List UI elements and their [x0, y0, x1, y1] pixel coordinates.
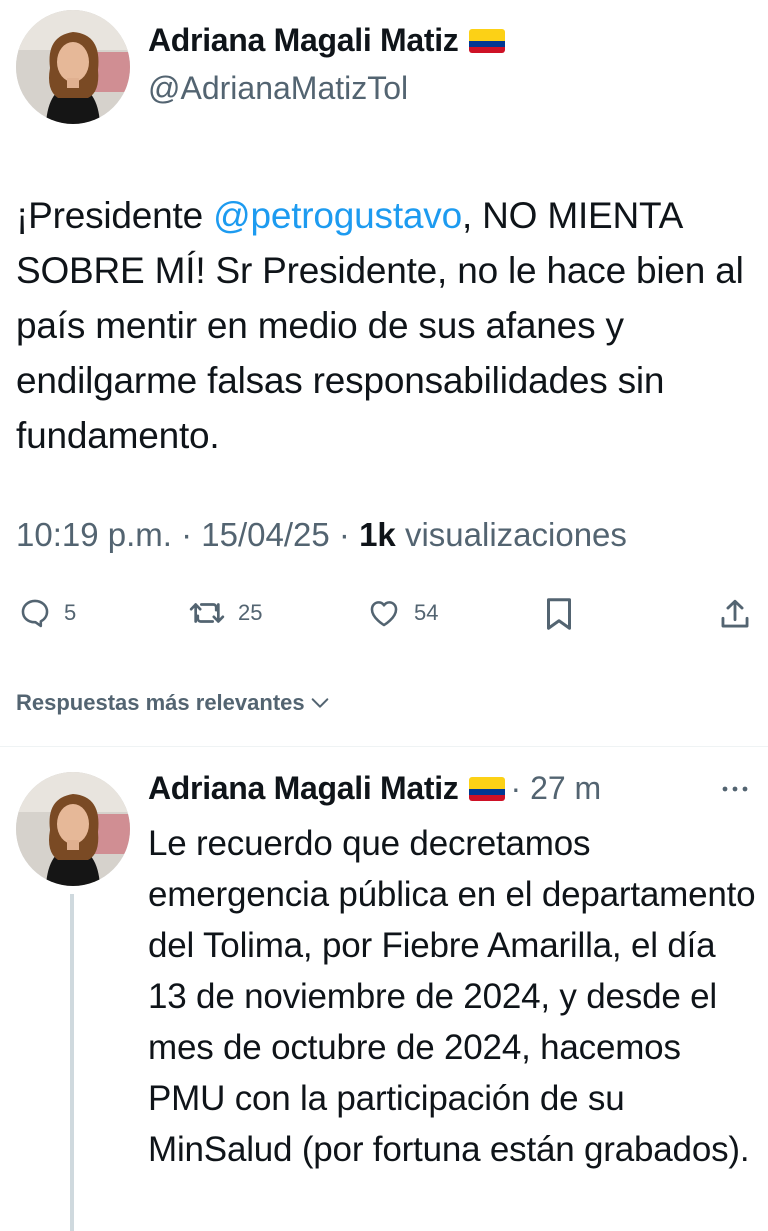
- replies-sort-toggle[interactable]: Respuestas más relevantes: [16, 690, 331, 716]
- chevron-down-icon: [311, 698, 328, 708]
- avatar-photo-icon: [16, 772, 130, 886]
- tweet-detail-page: Adriana Magali Matiz @AdrianaMatizTol ¡P…: [0, 0, 768, 1231]
- reply-count: 5: [64, 600, 77, 625]
- views-count[interactable]: 1k: [359, 516, 396, 553]
- tweet-text-start: ¡Presidente: [16, 195, 214, 236]
- meta-separator-2: ·: [329, 516, 360, 553]
- author-avatar[interactable]: [16, 10, 130, 124]
- tweet-date[interactable]: 15/04/25: [201, 516, 329, 553]
- retweet-count: 25: [238, 600, 263, 625]
- divider: [0, 746, 768, 747]
- more-dots-icon: [722, 786, 748, 792]
- reply-author-name[interactable]: Adriana Magali Matiz: [148, 770, 459, 807]
- share-icon: [721, 599, 749, 628]
- share-button[interactable]: [718, 596, 752, 632]
- author-display-name[interactable]: Adriana Magali Matiz: [148, 22, 459, 59]
- tweet-time[interactable]: 10:19 p.m.: [16, 516, 172, 553]
- retweet-button[interactable]: 25: [188, 596, 262, 630]
- author-handle[interactable]: @AdrianaMatizTol: [148, 70, 408, 107]
- reply-bubble-icon: [21, 599, 49, 628]
- reply-author-avatar[interactable]: [16, 772, 130, 886]
- like-count: 54: [414, 600, 439, 625]
- reply-text: Le recuerdo que decretamos emergencia pú…: [148, 824, 756, 1169]
- meta-separator: ·: [171, 516, 202, 553]
- tweet-text: ¡Presidente @petrogustavo, NO MIENTA SOB…: [16, 188, 756, 463]
- reply-more-button[interactable]: [718, 776, 752, 807]
- colombia-flag-icon: [468, 28, 505, 53]
- colombia-flag-icon: [468, 776, 505, 801]
- replies-sort-label: Respuestas más relevantes: [16, 690, 305, 715]
- tweet-meta: 10:19 p.m. · 15/04/25 · 1k visualizacion…: [16, 516, 627, 554]
- thread-line: [70, 894, 74, 1231]
- reply-button[interactable]: 5: [18, 596, 76, 630]
- like-button[interactable]: 54: [366, 596, 438, 630]
- mention-link[interactable]: @petrogustavo: [213, 195, 462, 236]
- reply-author-row[interactable]: Adriana Magali Matiz · 27 m: [148, 770, 601, 807]
- bookmark-icon: [547, 598, 571, 630]
- views-label[interactable]: visualizaciones: [396, 516, 627, 553]
- reply-time[interactable]: · 27 m: [511, 770, 602, 807]
- bookmark-button[interactable]: [544, 596, 574, 632]
- heart-icon: [370, 601, 398, 627]
- author-name-row[interactable]: Adriana Magali Matiz: [148, 22, 505, 59]
- avatar-photo-icon: [16, 10, 130, 124]
- retweet-icon: [189, 603, 225, 623]
